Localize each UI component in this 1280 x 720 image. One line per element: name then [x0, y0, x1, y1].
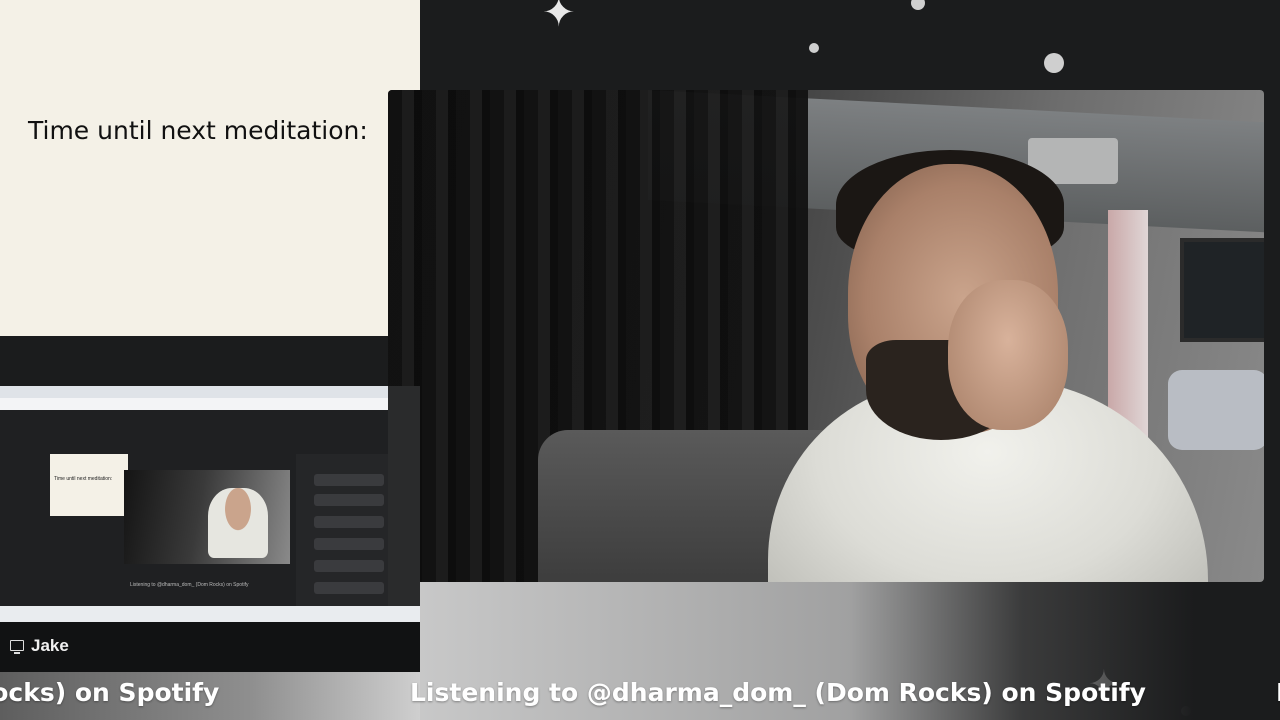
screen-share-preview: Time until next meditation: Listening to… [0, 386, 420, 622]
wall-picture [1180, 238, 1264, 342]
preview-webcam [124, 470, 290, 564]
chat-message [314, 494, 384, 506]
preview-taskbar [0, 606, 420, 622]
preview-person [208, 488, 268, 558]
slide-title: Time until next meditation: [28, 116, 368, 145]
pillow [1168, 370, 1264, 450]
streaming-app: Time until next meditation: Listening to… [0, 410, 388, 622]
sparkle-star-icon: ✦ [542, 0, 576, 36]
star-dot [1044, 53, 1064, 73]
slide-panel: Time until next meditation: [0, 0, 420, 336]
monitor-icon [10, 640, 24, 654]
stream-canvas: ✦ ✦ ✦ Time until next meditation: Time u… [0, 0, 1280, 720]
now-playing-ticker: Listening to @dharma_dom_ (Dom Rocks) on… [410, 678, 1146, 707]
preview-ticker: Listening to @dharma_dom_ (Dom Rocks) on… [130, 582, 249, 588]
chat-message [314, 582, 384, 594]
participant-name: Jake [31, 636, 69, 655]
participant-label: Jake [0, 622, 420, 672]
preview-chat-panel [296, 454, 388, 622]
browser-tabs [0, 386, 388, 398]
chat-message [314, 474, 384, 486]
browser-address-bar [0, 398, 388, 410]
chat-message [314, 538, 384, 550]
webcam-feed [388, 90, 1264, 582]
person-hand [948, 280, 1068, 430]
star-dot [911, 0, 925, 10]
chat-message [314, 516, 384, 528]
now-playing-ticker-left: Rocks) on Spotify [0, 678, 220, 707]
now-playing-ticker-right: L [1276, 678, 1280, 707]
preview-slide-text: Time until next meditation: [54, 476, 113, 482]
preview-slide: Time until next meditation: [50, 454, 128, 516]
chat-message [314, 560, 384, 572]
star-dot [809, 43, 819, 53]
